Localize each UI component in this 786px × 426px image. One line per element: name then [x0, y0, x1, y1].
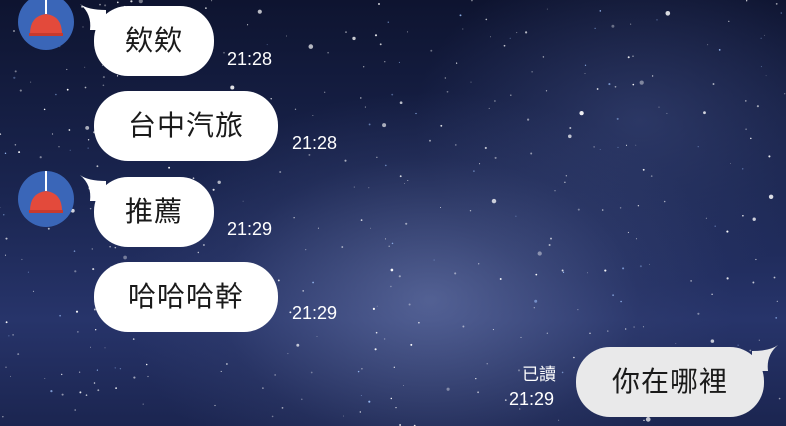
- message-text: 哈哈哈幹: [127, 280, 244, 313]
- message-timestamp: 21:28: [227, 49, 273, 69]
- message-bubble[interactable]: 哈哈哈幹: [94, 262, 278, 332]
- message-bubble[interactable]: 欸欸: [94, 6, 214, 76]
- message-text: 推薦: [124, 195, 183, 228]
- message-timestamp: 21:29: [227, 219, 273, 239]
- message-text: 你在哪裡: [611, 365, 728, 398]
- read-receipt: 已讀: [522, 365, 556, 385]
- message-timestamp: 21:29: [509, 389, 555, 409]
- message-text: 欸欸: [124, 24, 183, 57]
- message-bubble[interactable]: 推薦: [94, 177, 214, 247]
- message-timestamp: 21:29: [292, 303, 338, 323]
- message-text: 台中汽旅: [127, 109, 244, 142]
- avatar[interactable]: [18, 171, 74, 227]
- message-bubble[interactable]: 你在哪裡: [576, 347, 764, 417]
- lamp-icon: [29, 171, 63, 213]
- message-bubble[interactable]: 台中汽旅: [94, 91, 278, 161]
- message-timestamp: 21:28: [292, 133, 338, 153]
- bubble-tail: [752, 345, 778, 371]
